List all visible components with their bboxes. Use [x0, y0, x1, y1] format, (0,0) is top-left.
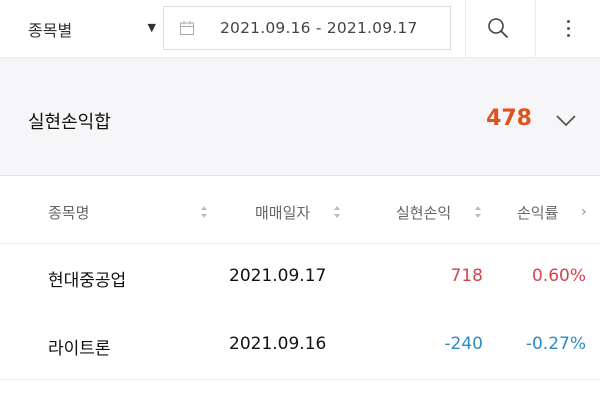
table-row[interactable]: 현대중공업 2021.09.17 718 0.60%	[0, 244, 600, 312]
date-range-field[interactable]: 2021.09.16 - 2021.09.17	[163, 6, 451, 50]
more-options-button[interactable]	[548, 10, 588, 46]
search-button[interactable]	[476, 10, 520, 46]
row-name: 라이트론	[48, 339, 111, 359]
column-header-pnl[interactable]: 실현손익	[396, 202, 451, 223]
table-row[interactable]: 라이트론 2021.09.16 -240 -0.27%	[0, 312, 600, 380]
summary-label: 실현손익합	[28, 112, 111, 133]
toolbar: 종목별 ▼ 2021.09.16 - 2021.09.17	[0, 0, 600, 58]
summary-value: 478	[486, 106, 532, 131]
row-date: 2021.09.16	[229, 334, 327, 354]
row-pnl: 718	[450, 266, 483, 286]
row-name: 현대중공업	[48, 271, 127, 291]
row-rate: 0.60%	[531, 266, 586, 286]
group-by-label: 종목별	[28, 21, 73, 40]
realized-pnl-summary[interactable]: 실현손익합 478	[0, 58, 600, 176]
column-header-name[interactable]: 종목명	[48, 202, 89, 223]
date-range-text: 2021.09.16 - 2021.09.17	[220, 19, 418, 37]
column-header-rate[interactable]: 손익률	[517, 202, 558, 223]
row-date: 2021.09.17	[229, 266, 327, 286]
chevron-down-icon[interactable]	[555, 114, 577, 128]
divider	[535, 0, 536, 58]
chevron-right-icon[interactable]: ›	[581, 204, 587, 220]
column-header-date[interactable]: 매매일자	[255, 202, 310, 223]
caret-down-icon: ▼	[147, 21, 156, 34]
sort-icon[interactable]	[200, 205, 208, 219]
table-header: 종목명 매매일자 실현손익 손익률 ›	[0, 176, 600, 244]
sort-icon[interactable]	[474, 205, 482, 219]
search-icon	[488, 18, 508, 38]
more-vertical-icon	[566, 19, 570, 23]
divider	[465, 0, 466, 58]
row-pnl: -240	[444, 334, 483, 354]
group-by-dropdown[interactable]: 종목별 ▼	[28, 14, 158, 44]
row-rate: -0.27%	[525, 334, 586, 354]
sort-icon[interactable]	[333, 205, 341, 219]
calendar-icon	[180, 21, 194, 35]
